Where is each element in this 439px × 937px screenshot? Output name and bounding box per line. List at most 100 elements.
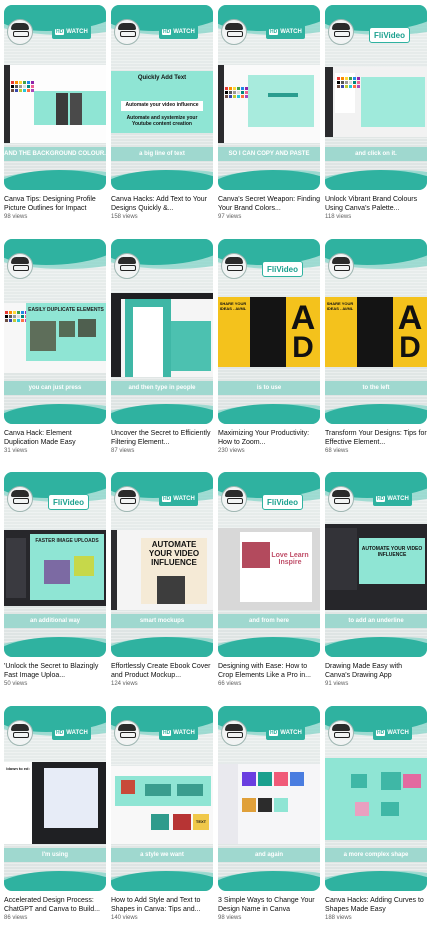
wave-decoration bbox=[4, 404, 106, 424]
screenshot-block bbox=[258, 798, 272, 812]
video-thumbnail[interactable]: HD WATCH a more complex shape bbox=[325, 706, 427, 891]
video-title[interactable]: Uncover the Secret to Efficiently Filter… bbox=[111, 429, 213, 447]
view-count: 124 views bbox=[111, 681, 138, 687]
screenshot-heading: EASILY DUPLICATE ELEMENTS bbox=[28, 307, 104, 313]
screenshot-block bbox=[78, 319, 96, 337]
avatar-hat bbox=[332, 724, 350, 731]
video-thumbnail[interactable]: FliVideo and click on it. bbox=[325, 5, 427, 190]
color-palette-swatches bbox=[337, 77, 360, 88]
video-thumbnail[interactable]: HD WATCH AND THE BACKGROUND COLOUR. bbox=[4, 5, 106, 190]
view-count: 91 views bbox=[325, 681, 349, 687]
video-card[interactable]: EASILY DUPLICATE ELEMENTS you can just pr… bbox=[4, 239, 106, 454]
screenshot-heading: AUTOMATE YOUR VIDEO INFLUENCE bbox=[361, 546, 423, 558]
video-card[interactable]: FliVideo Love Learn Inspire and from here D… bbox=[218, 472, 320, 687]
video-title[interactable]: 'Unlock the Secret to Blazingly Fast Ima… bbox=[4, 662, 106, 680]
video-thumbnail[interactable]: SHARE YOUR IDEAS - AI/ML A D to the left bbox=[325, 239, 427, 424]
video-title[interactable]: Canva Tips: Designing Profile Picture Ou… bbox=[4, 195, 106, 213]
creator-avatar bbox=[328, 720, 354, 746]
watch-label: WATCH bbox=[280, 29, 302, 35]
video-screenshot bbox=[325, 758, 427, 844]
video-title[interactable]: 3 Simple Ways to Change Your Design Name… bbox=[218, 896, 320, 914]
hd-watch-badge: HD WATCH bbox=[159, 726, 198, 740]
wave-decoration bbox=[111, 871, 213, 891]
video-title[interactable]: Drawing Made Easy with Canva's Drawing A… bbox=[325, 662, 427, 680]
screenshot-block bbox=[59, 321, 75, 337]
avatar-hat bbox=[332, 490, 350, 497]
video-thumbnail[interactable]: and then type in people bbox=[111, 239, 213, 424]
video-title[interactable]: How to Add Style and Text to Shapes in C… bbox=[111, 896, 213, 914]
video-screenshot: SHARE YOUR IDEAS - AI/ML A D bbox=[218, 291, 320, 377]
avatar-glasses bbox=[227, 31, 243, 37]
video-title[interactable]: Maximizing Your Productivity: How to Zoo… bbox=[218, 429, 320, 447]
thumbnail-caption: and from here bbox=[218, 614, 320, 628]
thumbnail-caption: SO I CAN COPY AND PASTE bbox=[218, 147, 320, 161]
video-card[interactable]: HD WATCH TEXT a style we want How to Add Sty… bbox=[111, 706, 213, 921]
video-thumbnail[interactable]: HD WATCH AUTOMATE YOUR VIDEO INFLUENCE smar… bbox=[111, 472, 213, 657]
video-title[interactable]: Effortlessly Create Ebook Cover and Prod… bbox=[111, 662, 213, 680]
view-count: 86 views bbox=[4, 915, 28, 921]
video-card[interactable]: and then type in people Uncover the Secre… bbox=[111, 239, 213, 454]
video-card[interactable]: HD WATCH SO I CAN COPY AND PASTE Canva's Se… bbox=[218, 5, 320, 220]
screenshot-block bbox=[44, 560, 70, 584]
watch-label: WATCH bbox=[387, 496, 409, 502]
screenshot-block bbox=[325, 67, 333, 137]
video-title[interactable]: Accelerated Design Process: ChatGPT and … bbox=[4, 896, 106, 914]
video-card[interactable]: HD WATCH ldown to ed: I'm using Accelerated … bbox=[4, 706, 106, 921]
avatar-hat bbox=[11, 257, 29, 264]
video-card[interactable]: FliVideo and click on it. Unlock Vibrant B… bbox=[325, 5, 427, 220]
video-thumbnail[interactable]: HD WATCH AUTOMATE YOUR VIDEO INFLUENCE to a… bbox=[325, 472, 427, 657]
watch-label: WATCH bbox=[173, 730, 195, 736]
hd-label: HD bbox=[376, 496, 386, 502]
video-title[interactable]: Transform Your Designs: Tips for Effecti… bbox=[325, 429, 427, 447]
view-count: 158 views bbox=[111, 214, 138, 220]
video-thumbnail[interactable]: HD WATCH SO I CAN COPY AND PASTE bbox=[218, 5, 320, 190]
video-card[interactable]: HD WATCH AUTOMATE YOUR VIDEO INFLUENCE smar… bbox=[111, 472, 213, 687]
video-title[interactable]: Designing with Ease: How to Crop Element… bbox=[218, 662, 320, 680]
video-screenshot: TEXT bbox=[111, 758, 213, 844]
avatar-hat bbox=[118, 490, 136, 497]
video-card[interactable]: HD WATCH AND THE BACKGROUND COLOUR. Canva T… bbox=[4, 5, 106, 220]
creator-avatar bbox=[114, 19, 140, 45]
flivideo-logo: FliVideo bbox=[262, 261, 303, 277]
video-thumbnail[interactable]: HD WATCH Quickly Add Text Automate your vid… bbox=[111, 5, 213, 190]
screenshot-block bbox=[355, 802, 369, 816]
video-card[interactable]: SHARE YOUR IDEAS - AI/ML A D to the left Tra… bbox=[325, 239, 427, 454]
video-thumbnail[interactable]: HD WATCH and again bbox=[218, 706, 320, 891]
video-card[interactable]: HD WATCH Quickly Add Text Automate your vid… bbox=[111, 5, 213, 220]
screenshot-block bbox=[218, 764, 238, 844]
wave-decoration bbox=[111, 170, 213, 190]
screenshot-block bbox=[111, 530, 117, 610]
video-thumbnail[interactable]: EASILY DUPLICATE ELEMENTS you can just pr… bbox=[4, 239, 106, 424]
video-title[interactable]: Unlock Vibrant Brand Colours Using Canva… bbox=[325, 195, 427, 213]
video-title[interactable]: Canva's Secret Weapon: Finding Your Bran… bbox=[218, 195, 320, 213]
video-thumbnail[interactable]: FliVideo FASTER IMAGE UPLOADS an additiona… bbox=[4, 472, 106, 657]
screenshot-block bbox=[242, 798, 256, 812]
avatar-hat bbox=[332, 257, 350, 264]
hd-label: HD bbox=[55, 730, 65, 736]
creator-avatar bbox=[114, 486, 140, 512]
screenshot-block bbox=[325, 528, 357, 590]
view-count: 188 views bbox=[325, 915, 352, 921]
creator-avatar bbox=[7, 720, 33, 746]
video-card[interactable]: FliVideo SHARE YOUR IDEAS - AI/ML A D is to … bbox=[218, 239, 320, 454]
screenshot-block bbox=[359, 538, 425, 584]
creator-avatar bbox=[221, 19, 247, 45]
video-thumbnail[interactable]: FliVideo SHARE YOUR IDEAS - AI/ML A D is to … bbox=[218, 239, 320, 424]
screenshot-block bbox=[56, 93, 68, 125]
video-card[interactable]: HD WATCH and again 3 Simple Ways to Change … bbox=[218, 706, 320, 921]
thumbnail-caption: a more complex shape bbox=[325, 848, 427, 862]
video-title[interactable]: Canva Hacks: Add Text to Your Designs Qu… bbox=[111, 195, 213, 213]
video-card[interactable]: FliVideo FASTER IMAGE UPLOADS an additiona… bbox=[4, 472, 106, 687]
video-title[interactable]: Canva Hacks: Adding Curves to Shapes Mad… bbox=[325, 896, 427, 914]
video-title[interactable]: Canva Hack: Element Duplication Made Eas… bbox=[4, 429, 106, 447]
color-palette-swatches bbox=[225, 87, 248, 98]
avatar-glasses bbox=[334, 732, 350, 738]
hd-label: HD bbox=[162, 730, 172, 736]
video-thumbnail[interactable]: HD WATCH ldown to ed: I'm using bbox=[4, 706, 106, 891]
video-thumbnail[interactable]: HD WATCH TEXT a style we want bbox=[111, 706, 213, 891]
video-card[interactable]: HD WATCH AUTOMATE YOUR VIDEO INFLUENCE to a… bbox=[325, 472, 427, 687]
video-card[interactable]: HD WATCH a more complex shape Canva Hacks: … bbox=[325, 706, 427, 921]
view-count: 50 views bbox=[4, 681, 28, 687]
creator-avatar bbox=[114, 253, 140, 279]
video-thumbnail[interactable]: FliVideo Love Learn Inspire and from here bbox=[218, 472, 320, 657]
